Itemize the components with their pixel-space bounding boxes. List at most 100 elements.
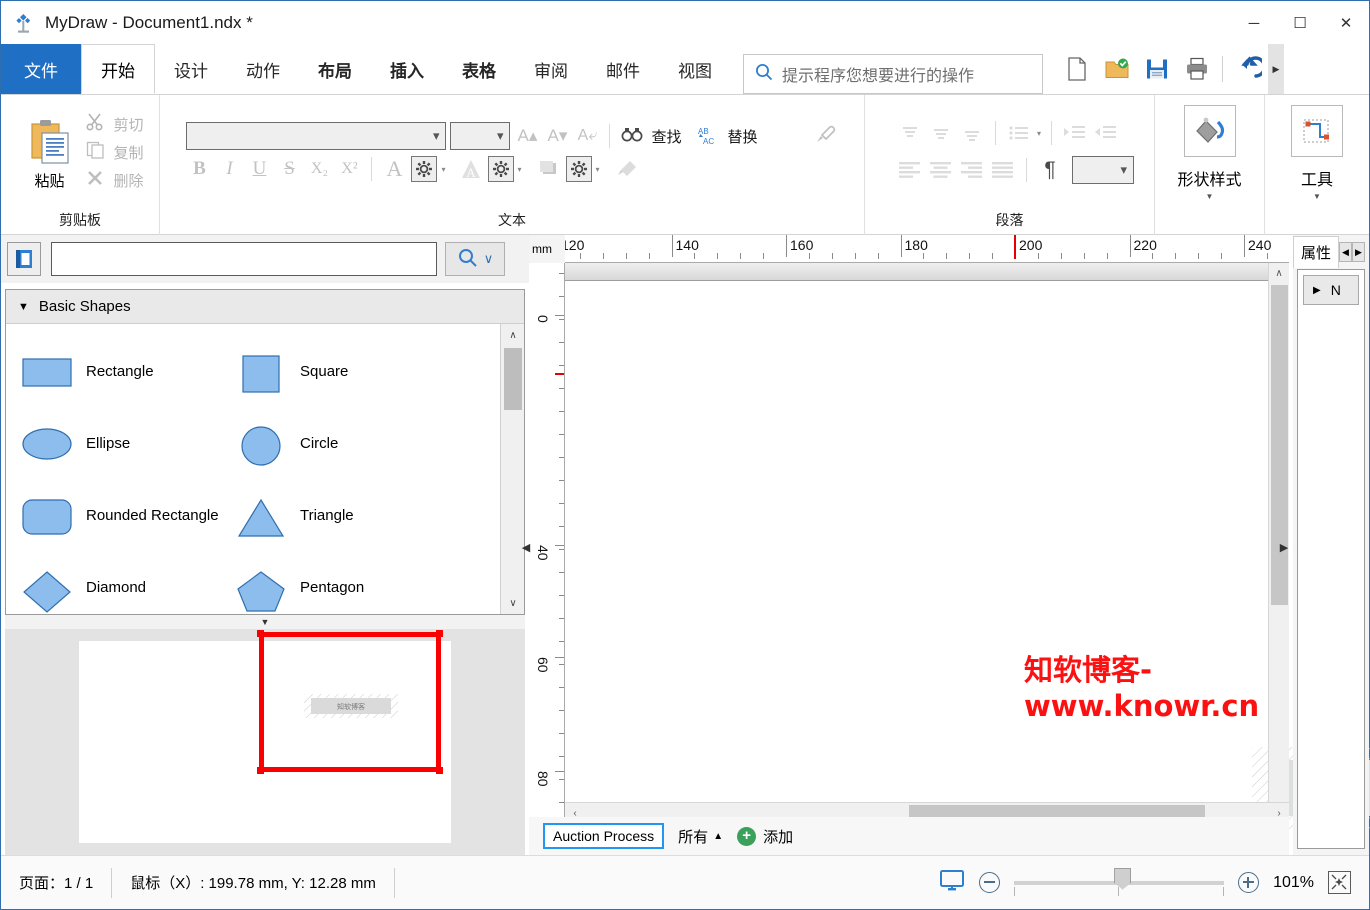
subscript-button[interactable]: X₂ (306, 156, 332, 182)
replace-icon[interactable]: AB AC (696, 123, 722, 149)
line-spacing-select[interactable]: ▾ (1072, 156, 1134, 184)
chevron-down-icon[interactable]: ▼ (1313, 192, 1321, 201)
tab-insert[interactable]: 插入 (371, 44, 443, 94)
bullet-list-icon[interactable] (1006, 120, 1032, 146)
align-top-icon[interactable] (897, 120, 923, 146)
ribbon-more-button[interactable]: ▶ (1268, 44, 1284, 94)
shrink-font-icon[interactable]: A▾ (544, 123, 570, 149)
cut-button[interactable]: 剪切 (86, 113, 144, 135)
chevron-down-icon[interactable]: ▾ (596, 165, 600, 174)
shapes-scrollbar[interactable]: ∧ ∨ (500, 324, 524, 614)
text-fill-icon[interactable]: A (458, 156, 484, 182)
replace-label[interactable]: 替换 (728, 126, 758, 147)
tools-button[interactable]: 工具 ▼ (1274, 95, 1360, 217)
italic-button[interactable]: I (216, 156, 242, 182)
font-color-icon[interactable]: A (381, 156, 407, 182)
tab-view[interactable]: 视图 (659, 44, 731, 94)
page-tab-auction-process[interactable]: Auction Process (543, 823, 665, 849)
collapse-right-pane-button[interactable]: ▶ (1279, 529, 1289, 565)
tab-action[interactable]: 动作 (227, 44, 299, 94)
selection-handle[interactable] (257, 767, 264, 774)
superscript-button[interactable]: X² (336, 156, 362, 182)
shape-search-button[interactable]: ∨ (445, 242, 505, 276)
zoom-slider[interactable] (1014, 867, 1225, 896)
tell-me-search[interactable]: 提示程序您想要进行的操作 (743, 54, 1043, 94)
zoom-in-button[interactable] (1238, 872, 1260, 893)
strikethrough-button[interactable]: S (276, 156, 302, 182)
tab-table[interactable]: 表格 (443, 44, 515, 94)
tab-properties[interactable]: 属性 (1293, 236, 1339, 268)
page-selection-frame[interactable] (257, 630, 443, 774)
copy-button[interactable]: 复制 (86, 141, 144, 163)
shape-item-diamond[interactable]: Diamond (6, 552, 220, 624)
tab-mail[interactable]: 邮件 (587, 44, 659, 94)
format-painter-icon[interactable] (614, 156, 640, 182)
open-folder-icon[interactable] (1097, 47, 1137, 91)
align-middle-icon[interactable] (928, 120, 954, 146)
eyedropper-icon[interactable] (812, 123, 838, 149)
font-size-select[interactable]: ▾ (450, 122, 511, 150)
decrease-indent-icon[interactable] (1093, 120, 1119, 146)
bold-button[interactable]: B (186, 156, 212, 182)
fit-page-icon[interactable] (1328, 871, 1351, 894)
chevron-down-icon[interactable]: ▼ (1206, 192, 1214, 201)
delete-button[interactable]: 删除 (86, 169, 144, 191)
collapse-left-pane-button[interactable]: ◀ (521, 529, 531, 565)
clear-format-icon[interactable]: A⤶ (574, 123, 600, 149)
shape-item-pentagon[interactable]: Pentagon (220, 552, 434, 624)
zoom-slider-handle[interactable] (1114, 867, 1132, 890)
chevron-down-icon[interactable]: ▾ (1037, 129, 1041, 138)
scroll-down-arrow-icon[interactable]: ∨ (501, 592, 525, 614)
shape-item-rounded-rectangle[interactable]: Rounded Rectangle (6, 480, 220, 552)
shape-item-ellipse[interactable]: Ellipse (6, 408, 220, 480)
collapse-triangle-icon[interactable]: ▼ (18, 301, 29, 313)
panel-splitter[interactable]: ▼ (5, 615, 525, 629)
shape-item-square[interactable]: Square (220, 336, 434, 408)
align-left-icon[interactable] (897, 157, 923, 183)
add-page-button[interactable]: + 添加 (737, 826, 793, 847)
maximize-button[interactable]: ☐ (1277, 1, 1323, 45)
horizontal-ruler[interactable]: 120 140 160 180 200 220 240 (565, 235, 1289, 263)
zoom-out-button[interactable] (979, 872, 1001, 893)
align-right-icon[interactable] (959, 157, 985, 183)
find-icon[interactable] (619, 123, 645, 149)
pilcrow-icon[interactable]: ¶ (1037, 157, 1063, 183)
print-icon[interactable] (1177, 47, 1217, 91)
scrollbar-thumb[interactable] (504, 348, 522, 410)
close-button[interactable]: ✕ (1323, 1, 1369, 45)
align-bottom-icon[interactable] (959, 120, 985, 146)
shape-styles-button[interactable]: 形状样式 ▼ (1167, 95, 1253, 217)
chevron-down-icon[interactable]: ▾ (518, 165, 522, 174)
tab-home[interactable]: 开始 (81, 44, 155, 94)
selection-handle[interactable] (436, 767, 443, 774)
properties-prev-button[interactable]: ◀ (1339, 242, 1352, 262)
selection-handle[interactable] (257, 630, 264, 637)
tab-layout[interactable]: 布局 (299, 44, 371, 94)
text-shadow-icon[interactable] (536, 156, 562, 182)
underline-button[interactable]: U (246, 156, 272, 182)
shape-item-circle[interactable]: Circle (220, 408, 434, 480)
shape-item-triangle[interactable]: Triangle (220, 480, 434, 552)
scroll-up-arrow-icon[interactable]: ∧ (501, 324, 525, 346)
selection-handle[interactable] (436, 630, 443, 637)
font-color-settings-icon[interactable] (411, 156, 438, 182)
all-pages-button[interactable]: 所有 ▲ (678, 826, 723, 847)
text-fill-settings-icon[interactable] (487, 156, 514, 182)
new-document-icon[interactable] (1057, 47, 1097, 91)
shape-library-icon[interactable] (7, 242, 41, 276)
shape-item-rectangle[interactable]: Rectangle (6, 336, 220, 408)
chevron-down-icon[interactable]: ▾ (441, 165, 445, 174)
properties-next-button[interactable]: ▶ (1352, 242, 1365, 262)
find-label[interactable]: 查找 (651, 126, 681, 147)
shape-category-header[interactable]: ▼ Basic Shapes (6, 290, 524, 324)
vertical-ruler[interactable]: 0 40 60 80 (529, 263, 565, 823)
increase-indent-icon[interactable] (1062, 120, 1088, 146)
align-center-icon[interactable] (928, 157, 954, 183)
shape-search-input[interactable] (51, 242, 437, 276)
save-icon[interactable] (1137, 47, 1177, 91)
tab-review[interactable]: 审阅 (515, 44, 587, 94)
scroll-up-arrow-icon[interactable]: ∧ (1269, 263, 1289, 283)
tab-file[interactable]: 文件 (1, 44, 81, 94)
paste-button[interactable]: 粘贴 (16, 114, 82, 191)
justify-icon[interactable] (990, 157, 1016, 183)
